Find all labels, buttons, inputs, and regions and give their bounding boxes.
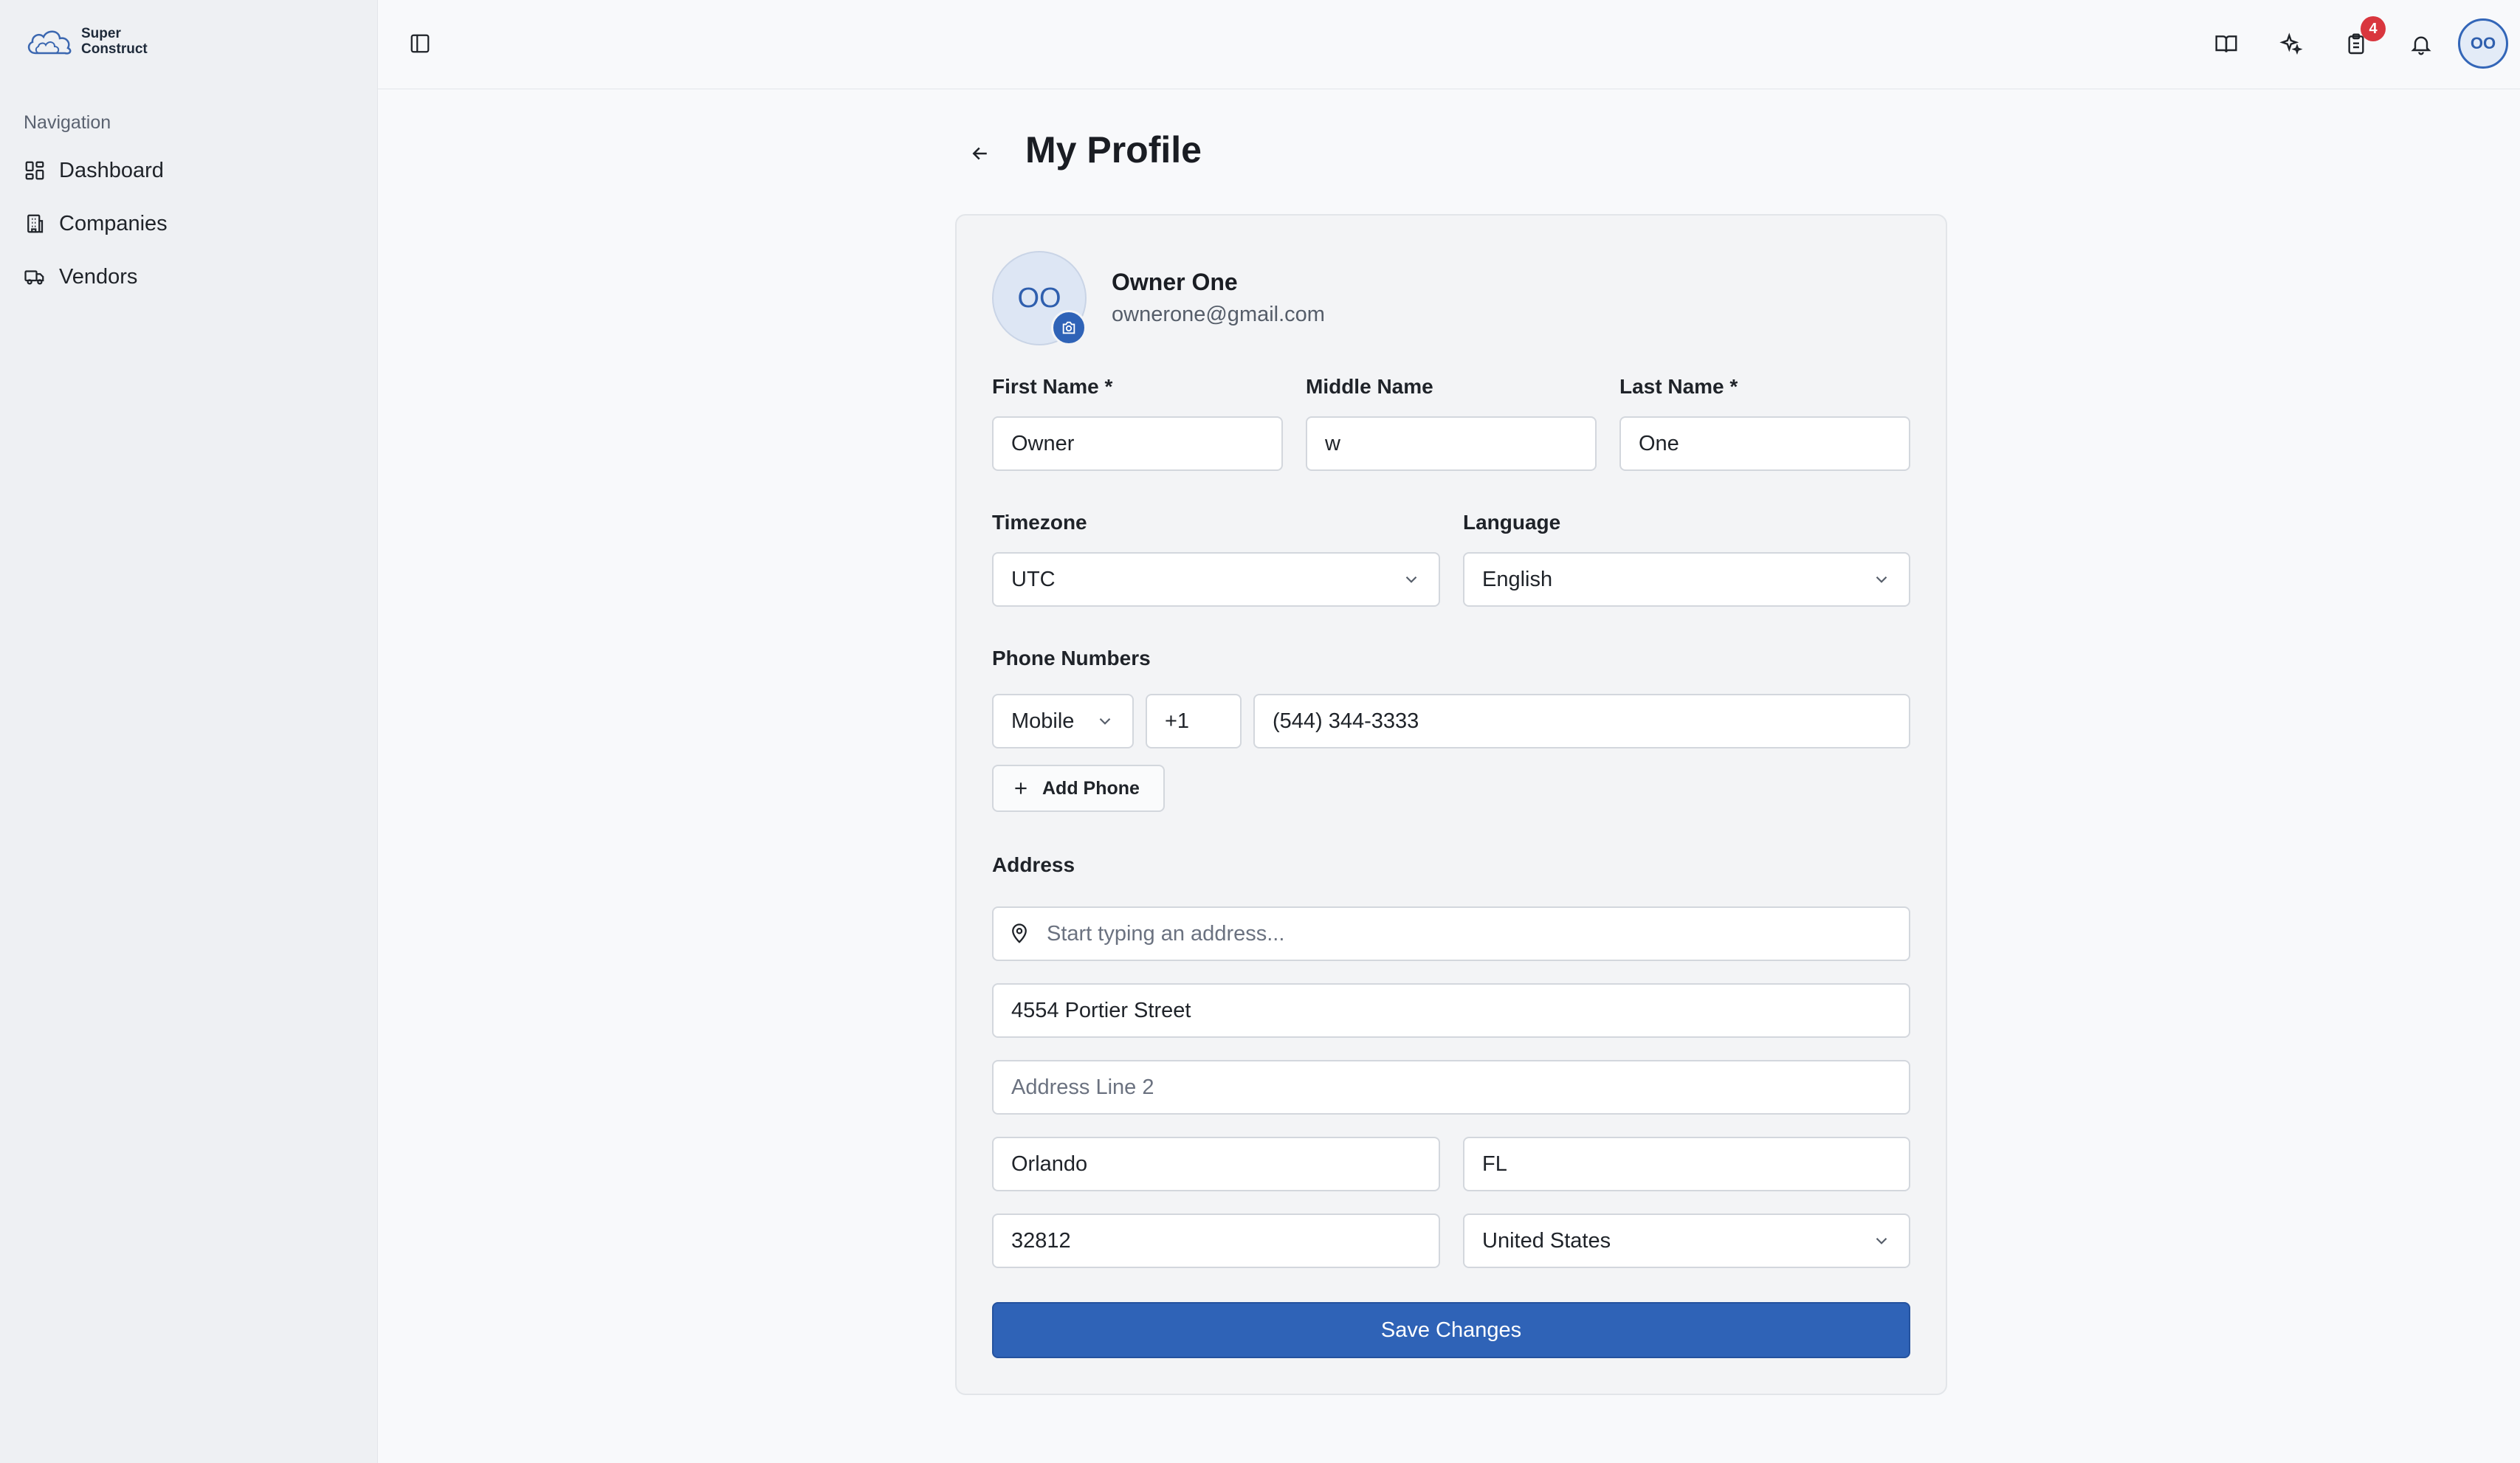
plus-icon (1015, 782, 1027, 794)
book-icon (2215, 35, 2237, 52)
profile-email: ownerone@gmail.com (1112, 303, 1325, 326)
map-pin-icon (1012, 923, 1027, 943)
phone-numbers-label: Phone Numbers (992, 647, 1151, 669)
address-search-wrapper (992, 906, 1910, 961)
building-icon (27, 214, 44, 233)
bell-icon (2411, 36, 2431, 55)
notifications-button[interactable] (2403, 27, 2439, 62)
tasks-button[interactable]: 4 (2338, 16, 2386, 62)
add-phone-label: Add Phone (1042, 777, 1140, 799)
brand-line-1: Super (81, 26, 121, 41)
sparkles-icon (2279, 32, 2303, 55)
chevron-down-icon (1405, 576, 1417, 583)
profile-card: OO Owner One ownerone@gmail.com First Na… (955, 214, 1947, 1395)
middle-name-input[interactable] (1306, 416, 1597, 471)
sidebar-item-label: Dashboard (59, 158, 164, 182)
address-line1-input[interactable] (992, 983, 1910, 1038)
dashboard-icon (25, 161, 44, 180)
phone-type-value: Mobile (1011, 709, 1075, 733)
first-name-label: First Name * (992, 375, 1113, 398)
address-search-input[interactable] (992, 906, 1910, 961)
chevron-down-icon (1876, 576, 1887, 583)
chevron-down-icon (1876, 1237, 1887, 1245)
save-changes-button[interactable]: Save Changes (992, 1302, 1910, 1358)
nav-heading: Navigation (24, 112, 111, 133)
last-name-label: Last Name * (1619, 375, 1738, 398)
middle-name-label: Middle Name (1306, 375, 1433, 398)
user-avatar-button[interactable]: OO (2458, 18, 2508, 69)
top-bar: 4 OO (378, 0, 2520, 89)
sidebar-item-vendors[interactable]: Vendors (24, 258, 137, 295)
brand-logo[interactable]: Super Construct (25, 25, 148, 58)
ai-assistant-button[interactable] (2273, 27, 2309, 62)
language-label: Language (1463, 511, 1561, 534)
timezone-select[interactable]: UTC (992, 552, 1440, 607)
zip-input[interactable] (992, 1214, 1440, 1268)
sidebar-item-dashboard[interactable]: Dashboard (24, 152, 164, 189)
back-button[interactable] (963, 136, 998, 171)
language-value: English (1482, 567, 1553, 591)
add-phone-button[interactable]: Add Phone (992, 765, 1165, 812)
sidebar-toggle-button[interactable] (404, 28, 436, 59)
phone-type-select[interactable]: Mobile (992, 694, 1134, 748)
sidebar: Super Construct Navigation Dashboard Com… (0, 0, 378, 1463)
truck-icon (24, 270, 44, 285)
cloud-logo-icon (27, 30, 72, 55)
arrow-left-icon (972, 147, 987, 160)
timezone-label: Timezone (992, 511, 1087, 534)
sidebar-item-label: Vendors (59, 264, 138, 289)
task-count-badge: 4 (2361, 16, 2386, 41)
state-input[interactable] (1463, 1137, 1910, 1191)
timezone-value: UTC (1011, 567, 1056, 591)
city-input[interactable] (992, 1137, 1440, 1191)
phone-country-code-input[interactable] (1146, 694, 1242, 748)
sidebar-item-label: Companies (59, 211, 168, 235)
last-name-input[interactable] (1619, 416, 1910, 471)
address-line2-input[interactable] (992, 1060, 1910, 1115)
language-select[interactable]: English (1463, 552, 1910, 607)
address-label: Address (992, 853, 1075, 876)
upload-photo-button[interactable] (1051, 310, 1087, 345)
panel-left-icon (410, 34, 430, 53)
camera-icon (1062, 321, 1075, 334)
brand-line-2: Construct (81, 41, 148, 57)
phone-number-input[interactable] (1253, 694, 1910, 748)
chevron-down-icon (1099, 717, 1111, 725)
sidebar-item-companies[interactable]: Companies (24, 205, 168, 242)
country-value: United States (1482, 1228, 1611, 1253)
first-name-input[interactable] (992, 416, 1283, 471)
docs-button[interactable] (2209, 27, 2244, 62)
page-title: My Profile (1025, 129, 1202, 171)
country-select[interactable]: United States (1463, 1214, 1910, 1268)
profile-name: Owner One (1112, 269, 1238, 295)
